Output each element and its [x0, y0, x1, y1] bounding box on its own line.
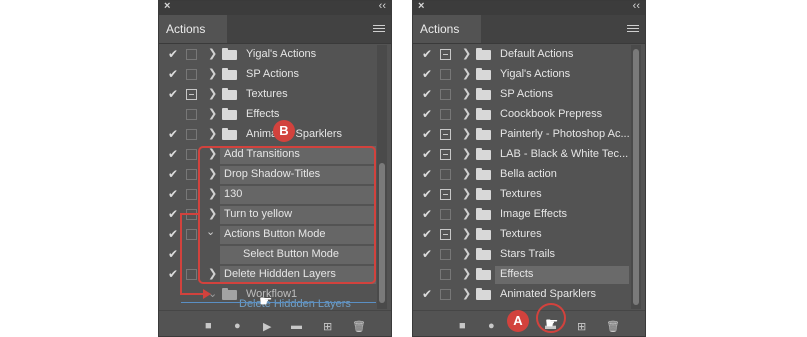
hand-cursor-icon: ☛ — [259, 293, 273, 310]
badge-a: A — [507, 310, 529, 332]
hand-cursor-icon: ☛ — [545, 315, 559, 332]
drag-arrow-icon — [180, 213, 566, 333]
